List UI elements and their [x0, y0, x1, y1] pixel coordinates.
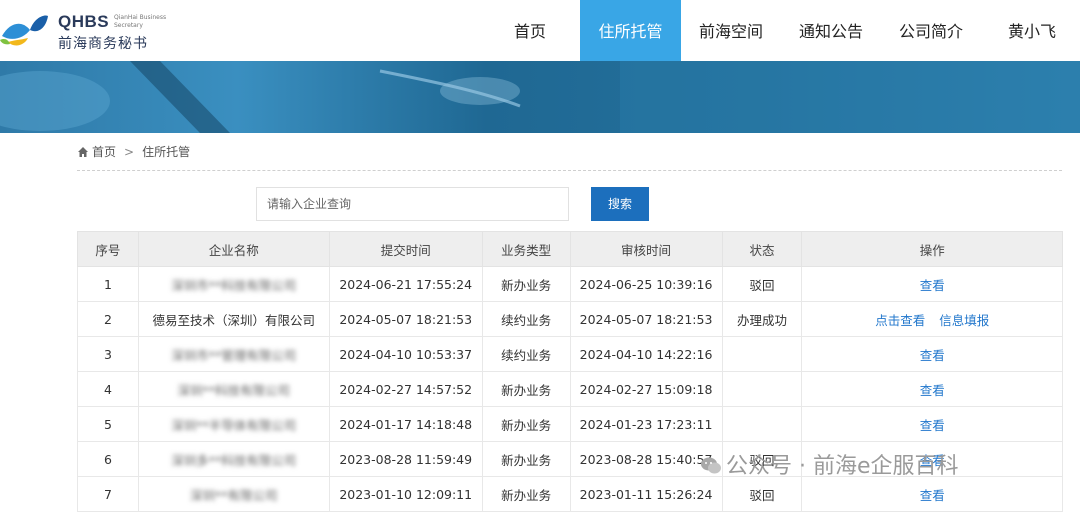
nav-notices[interactable]: 通知公告	[789, 0, 873, 61]
watermark: 公众号 · 前海e企服百科	[700, 452, 959, 482]
cell-actions: 查看	[801, 406, 1063, 442]
cell-submit-time: 2024-01-17 14:18:48	[328, 406, 483, 442]
nav-company-profile[interactable]: 公司简介	[889, 0, 973, 61]
cell-status	[721, 336, 803, 372]
table-row: 5 深圳**半导体有限公司 2024-01-17 14:18:48 新办业务 2…	[77, 406, 1063, 442]
breadcrumb: 首页 > 住所托管	[78, 143, 190, 161]
cell-type: 续约业务	[481, 301, 571, 337]
cell-submit-time: 2024-05-07 18:21:53	[328, 301, 483, 337]
wechat-icon	[701, 457, 721, 474]
cell-company: 深圳市**管理有限公司	[137, 336, 330, 372]
breadcrumb-home[interactable]: 首页	[92, 145, 116, 159]
breadcrumb-separator: >	[124, 145, 135, 159]
cell-no: 3	[77, 336, 139, 372]
view-link[interactable]: 查看	[920, 278, 945, 293]
cell-type: 新办业务	[481, 476, 571, 512]
banner-decoration	[0, 61, 1080, 133]
nav-home[interactable]: 首页	[496, 0, 564, 61]
cell-review-time: 2024-02-27 15:09:18	[569, 371, 723, 407]
col-header-review-time: 审核时间	[569, 231, 723, 267]
col-header-type: 业务类型	[481, 231, 571, 267]
cell-type: 新办业务	[481, 406, 571, 442]
cell-submit-time: 2024-02-27 14:57:52	[328, 371, 483, 407]
cell-review-time: 2024-04-10 14:22:16	[569, 336, 723, 372]
view-link[interactable]: 查看	[920, 418, 945, 433]
logo-subtitle: QianHai Business Secretary	[114, 14, 167, 29]
cell-submit-time: 2024-06-21 17:55:24	[328, 266, 483, 302]
table-header-row: 序号 企业名称 提交时间 业务类型 审核时间 状态 操作	[77, 231, 1063, 267]
view-link[interactable]: 查看	[920, 348, 945, 363]
cell-no: 7	[77, 476, 139, 512]
view-link[interactable]: 查看	[920, 383, 945, 398]
cell-review-time: 2024-01-23 17:23:11	[569, 406, 723, 442]
nav-user-name[interactable]: 黄小飞	[995, 0, 1069, 61]
logo[interactable]: QHBS QianHai Business Secretary 前海商务秘书	[0, 8, 180, 54]
col-header-actions: 操作	[801, 231, 1063, 267]
table-row: 1 深圳市**科技有限公司 2024-06-21 17:55:24 新办业务 2…	[77, 266, 1063, 302]
cell-status	[721, 371, 803, 407]
cell-submit-time: 2023-08-28 11:59:49	[328, 441, 483, 477]
cell-company: 深圳**有限公司	[137, 476, 330, 512]
cell-company: 深圳**半导体有限公司	[137, 406, 330, 442]
cell-actions: 查看	[801, 336, 1063, 372]
cell-submit-time: 2024-04-10 10:53:37	[328, 336, 483, 372]
cell-status: 办理成功	[721, 301, 803, 337]
cell-actions: 点击查看 信息填报	[801, 301, 1063, 337]
cell-status: 驳回	[721, 266, 803, 302]
view-link[interactable]: 查看	[920, 488, 945, 503]
cell-no: 4	[77, 371, 139, 407]
table-row: 4 深圳**科技有限公司 2024-02-27 14:57:52 新办业务 20…	[77, 371, 1063, 407]
logo-name: QHBS	[58, 12, 110, 31]
cell-company: 德易至技术（深圳）有限公司	[137, 301, 330, 337]
click-view-link[interactable]: 点击查看	[875, 313, 925, 328]
cell-status	[721, 406, 803, 442]
cell-no: 2	[77, 301, 139, 337]
cell-company: 深圳市**科技有限公司	[137, 266, 330, 302]
table-row: 3 深圳市**管理有限公司 2024-04-10 10:53:37 续约业务 2…	[77, 336, 1063, 372]
cell-submit-time: 2023-01-10 12:09:11	[328, 476, 483, 512]
butterfly-logo-icon	[0, 15, 48, 46]
logo-chinese-name: 前海商务秘书	[58, 36, 148, 52]
cell-type: 新办业务	[481, 266, 571, 302]
header: QHBS QianHai Business Secretary 前海商务秘书 首…	[0, 0, 1080, 61]
table-row: 2 德易至技术（深圳）有限公司 2024-05-07 18:21:53 续约业务…	[77, 301, 1063, 337]
info-fill-link[interactable]: 信息填报	[939, 313, 989, 328]
divider	[77, 170, 1062, 171]
col-header-no: 序号	[77, 231, 139, 267]
cell-company: 深圳**科技有限公司	[137, 371, 330, 407]
nav-qianhai-space[interactable]: 前海空间	[689, 0, 773, 61]
nav-address-hosting[interactable]: 住所托管	[580, 0, 681, 61]
search-input[interactable]: 请输入企业查询	[256, 187, 569, 221]
cell-type: 续约业务	[481, 336, 571, 372]
cell-no: 5	[77, 406, 139, 442]
cell-no: 6	[77, 441, 139, 477]
banner-image	[0, 61, 1080, 133]
col-header-status: 状态	[721, 231, 803, 267]
cell-type: 新办业务	[481, 441, 571, 477]
cell-no: 1	[77, 266, 139, 302]
cell-company: 深圳多**科技有限公司	[137, 441, 330, 477]
col-header-company: 企业名称	[137, 231, 330, 267]
col-header-submit-time: 提交时间	[328, 231, 483, 267]
breadcrumb-current: 住所托管	[142, 145, 191, 159]
cell-review-time: 2024-05-07 18:21:53	[569, 301, 723, 337]
cell-review-time: 2024-06-25 10:39:16	[569, 266, 723, 302]
search-button[interactable]: 搜索	[591, 187, 649, 221]
cell-type: 新办业务	[481, 371, 571, 407]
cell-actions: 查看	[801, 371, 1063, 407]
watermark-text: 公众号 · 前海e企服百科	[726, 454, 959, 479]
cell-actions: 查看	[801, 266, 1063, 302]
home-icon	[78, 147, 88, 157]
